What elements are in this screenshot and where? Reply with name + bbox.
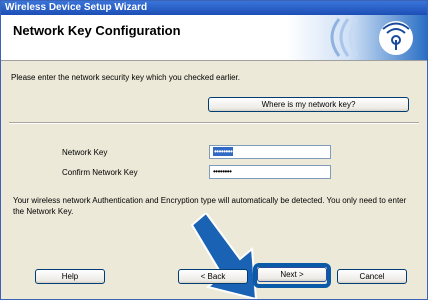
next-button[interactable]: Next >	[257, 267, 327, 282]
network-key-label: Network Key	[62, 148, 108, 157]
arrow-down-right-icon	[190, 213, 258, 299]
confirm-network-key-label: Confirm Network Key	[62, 168, 138, 177]
network-key-field[interactable]: ••••••••	[209, 145, 331, 159]
help-button[interactable]: Help	[35, 269, 105, 284]
page-title: Network Key Configuration	[13, 23, 181, 38]
header: Network Key Configuration	[1, 15, 427, 61]
wizard-window: Wireless Device Setup Wizard Network Key…	[0, 0, 428, 300]
network-key-value: ••••••••	[213, 147, 234, 156]
confirm-network-key-field[interactable]: ••••••••	[209, 165, 331, 179]
divider	[9, 122, 419, 124]
confirm-network-key-value: ••••••••	[213, 167, 232, 176]
wifi-signal-icon	[287, 15, 427, 60]
back-button[interactable]: < Back	[178, 269, 248, 284]
cancel-button[interactable]: Cancel	[337, 269, 407, 284]
intro-text: Please enter the network security key wh…	[11, 73, 241, 82]
where-is-my-network-key-button[interactable]: Where is my network key?	[208, 97, 409, 112]
window-title: Wireless Device Setup Wizard	[1, 1, 427, 15]
content-area: Please enter the network security key wh…	[1, 61, 427, 299]
